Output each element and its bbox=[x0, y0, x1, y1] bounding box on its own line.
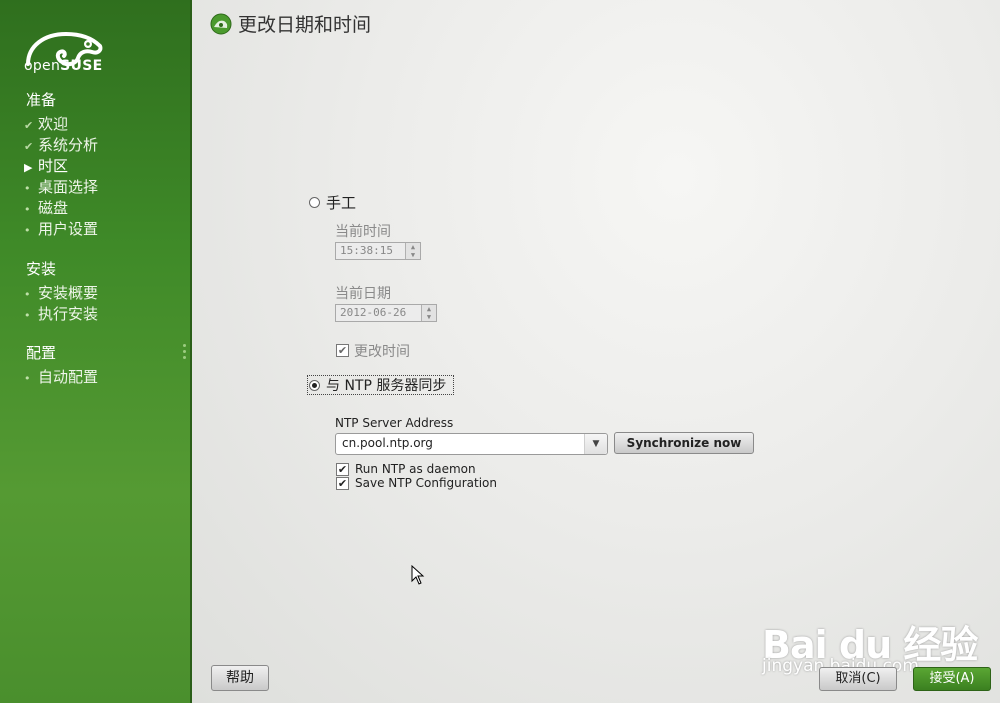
sidebar-item-perform-install: • 执行安装 bbox=[24, 304, 98, 324]
main-panel: 更改日期和时间 手工 当前时间 15:38:15 ▲ ▼ 当前日期 2012-06… bbox=[192, 0, 1000, 703]
ntp-sync-label[interactable]: 与 NTP 服务器同步 bbox=[326, 375, 446, 395]
current-time-label: 当前时间 bbox=[335, 224, 391, 240]
bullet-icon: • bbox=[24, 372, 31, 385]
manual-radio[interactable] bbox=[309, 197, 320, 208]
page-title: 更改日期和时间 bbox=[238, 14, 372, 36]
bullet-icon: • bbox=[24, 224, 31, 237]
section-title-prepare: 准备 bbox=[26, 91, 57, 109]
bullet-icon: • bbox=[24, 203, 31, 216]
current-step-arrow-icon: ▶ bbox=[24, 161, 33, 174]
bullet-icon: • bbox=[24, 288, 31, 301]
sidebar: openSUSE 准备 ✔ 欢迎 ✔ 系统分析 ▶ 时区 • 桌面选择 • 磁盘 • 用户设… bbox=[0, 0, 192, 703]
run-ntp-daemon-label[interactable]: Run NTP as daemon bbox=[355, 462, 476, 476]
chevron-down-icon[interactable]: ▼ bbox=[584, 434, 607, 454]
sidebar-item-disk: • 磁盘 bbox=[24, 198, 68, 218]
sidebar-item-install-summary: • 安装概要 bbox=[24, 283, 98, 303]
sidebar-item-desktop: • 桌面选择 bbox=[24, 177, 98, 197]
bullet-icon: • bbox=[24, 309, 31, 322]
save-ntp-config-label[interactable]: Save NTP Configuration bbox=[355, 476, 497, 490]
current-time-spinbox[interactable]: 15:38:15 ▲ ▼ bbox=[335, 242, 421, 260]
clock-globe-icon bbox=[210, 13, 232, 35]
section-title-install: 安装 bbox=[26, 260, 57, 278]
bullet-icon: • bbox=[24, 182, 31, 195]
sidebar-resize-handle[interactable] bbox=[183, 344, 187, 364]
manual-label[interactable]: 手工 bbox=[326, 192, 356, 213]
section-title-config: 配置 bbox=[26, 344, 57, 362]
ntp-server-address-label: NTP Server Address bbox=[335, 416, 454, 430]
sidebar-item-system-analysis: ✔ 系统分析 bbox=[24, 135, 98, 155]
sidebar-item-auto-config: • 自动配置 bbox=[24, 367, 98, 387]
synchronize-now-button[interactable]: Synchronize now bbox=[614, 432, 754, 454]
baidu-watermark: Bai du 经验 jingyan.baidu.com bbox=[762, 596, 982, 676]
sidebar-item-user-settings: • 用户设置 bbox=[24, 219, 98, 239]
current-date-label: 当前日期 bbox=[335, 286, 391, 302]
cancel-button[interactable]: 取消(C) bbox=[819, 667, 897, 691]
spin-down-icon[interactable]: ▼ bbox=[406, 251, 420, 259]
ntp-server-combobox[interactable]: cn.pool.ntp.org ▼ bbox=[335, 433, 608, 455]
spin-up-icon[interactable]: ▲ bbox=[406, 243, 420, 251]
run-ntp-daemon-checkbox[interactable]: ✔ bbox=[336, 463, 349, 476]
sidebar-item-timezone: ▶ 时区 bbox=[24, 156, 68, 176]
change-time-label[interactable]: 更改时间 bbox=[354, 341, 410, 361]
spin-down-icon[interactable]: ▼ bbox=[422, 313, 436, 321]
opensuse-wordmark: openSUSE bbox=[24, 58, 103, 74]
sidebar-item-welcome: ✔ 欢迎 bbox=[24, 114, 68, 134]
check-icon: ✔ bbox=[24, 140, 34, 153]
accept-button[interactable]: 接受(A) bbox=[913, 667, 991, 691]
spin-up-icon[interactable]: ▲ bbox=[422, 305, 436, 313]
current-date-spinbox[interactable]: 2012-06-26 ▲ ▼ bbox=[335, 304, 437, 322]
save-ntp-config-checkbox[interactable]: ✔ bbox=[336, 477, 349, 490]
change-time-checkbox[interactable]: ✔ bbox=[336, 344, 349, 357]
mouse-pointer-icon bbox=[411, 565, 425, 585]
ntp-sync-radio[interactable] bbox=[309, 380, 320, 391]
help-button[interactable]: 帮助 bbox=[211, 665, 269, 691]
check-icon: ✔ bbox=[24, 119, 34, 132]
